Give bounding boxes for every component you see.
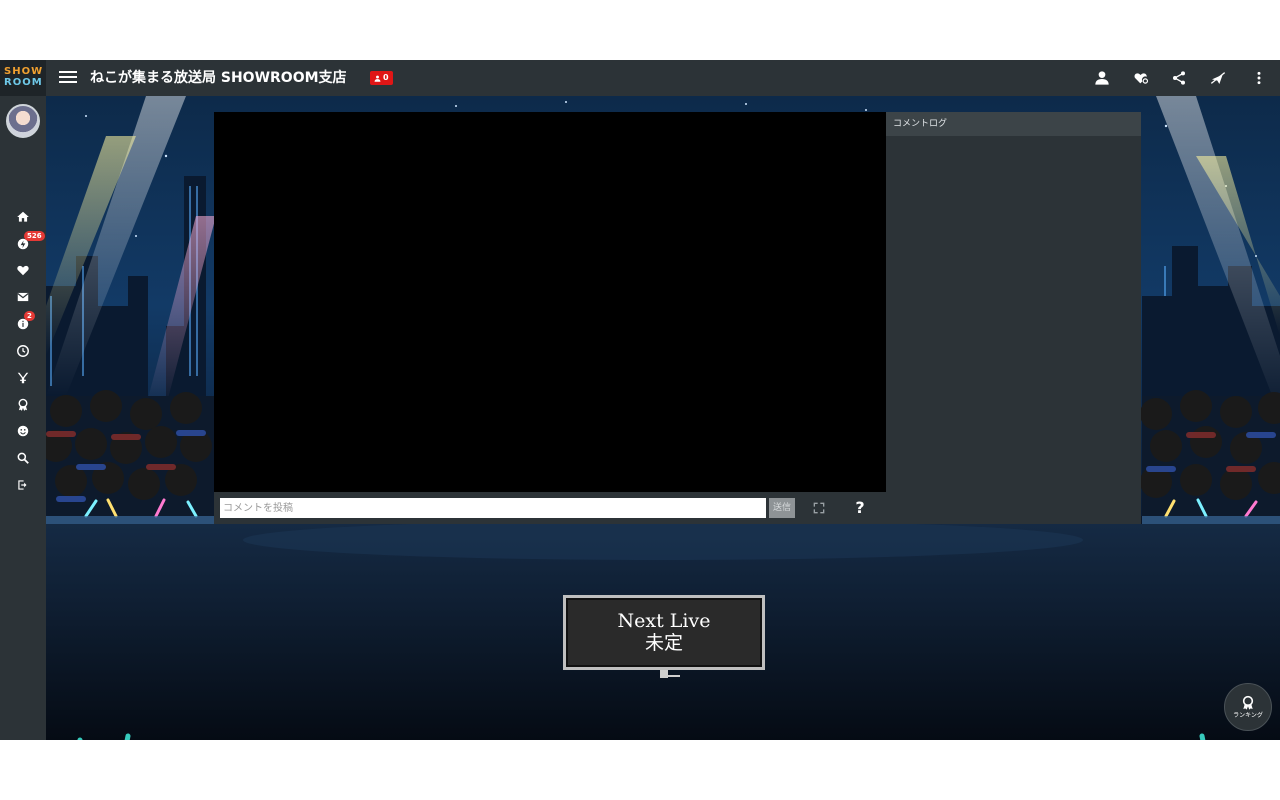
comment-input[interactable]	[220, 498, 766, 518]
sidebar-item-history[interactable]	[9, 340, 37, 362]
help-button[interactable]: ?	[852, 498, 868, 518]
smile-icon	[17, 425, 29, 437]
sidebar: SHOW ROOM 526 2	[0, 60, 46, 740]
showroom-logo[interactable]: SHOW ROOM	[0, 60, 46, 96]
logout-icon	[18, 480, 27, 490]
ranking-icon	[18, 398, 28, 411]
follow-button[interactable]	[1130, 68, 1152, 88]
ranking-label: ランキング	[1233, 711, 1263, 719]
next-live-label: Next Live	[617, 610, 711, 632]
logo-line-1: SHOW	[4, 66, 44, 77]
comment-log-title: コメントログ	[886, 112, 1141, 136]
board-stand	[656, 670, 682, 678]
mute-icon	[1210, 72, 1226, 84]
sidebar-item-ranking[interactable]	[9, 394, 37, 416]
fullscreen-icon	[813, 502, 825, 514]
info-badge: 2	[24, 311, 35, 321]
ranking-icon	[1242, 695, 1254, 710]
sidebar-item-home[interactable]	[9, 206, 37, 228]
more-button[interactable]	[1248, 68, 1270, 88]
room-title: ねこが集まる放送局 SHOWROOM支店	[90, 70, 347, 86]
home-icon	[17, 211, 29, 222]
viewer-count-badge: 0	[370, 71, 393, 85]
more-vert-icon	[1257, 71, 1261, 85]
sidebar-item-event[interactable]	[9, 367, 37, 389]
video-player[interactable]	[214, 112, 886, 492]
ranking-button[interactable]: ランキング	[1224, 683, 1272, 731]
profile-button[interactable]	[1091, 68, 1113, 88]
fullscreen-button[interactable]	[811, 500, 827, 516]
heart-icon	[17, 265, 29, 276]
live-badge: 526	[24, 231, 45, 241]
sidebar-item-info[interactable]: 2	[9, 311, 37, 335]
sidebar-item-search[interactable]	[9, 447, 37, 469]
avatar[interactable]	[6, 104, 40, 138]
room-header: ねこが集まる放送局 SHOWROOM支店 0	[46, 60, 1280, 96]
sidebar-item-logout[interactable]	[9, 474, 37, 496]
user-icon	[1095, 71, 1109, 85]
viewer-count: 0	[383, 73, 389, 82]
share-button[interactable]	[1168, 68, 1190, 88]
next-live-schedule: 未定	[644, 632, 683, 654]
next-live-board: Next Live 未定	[563, 595, 765, 670]
share-icon	[1173, 71, 1185, 85]
comment-bar: 送信 ?	[214, 492, 886, 524]
room-page: SHOW ROOM 526 2 ねこが集まる放送局 SHOWROOM支店 0 コ…	[0, 60, 1280, 740]
mail-icon	[17, 292, 29, 302]
heart-settings-icon	[1134, 73, 1149, 84]
sidebar-item-avatar[interactable]	[9, 420, 37, 442]
comment-log-panel: コメントログ	[886, 112, 1141, 524]
sidebar-item-favorite[interactable]	[9, 259, 37, 281]
history-icon	[17, 345, 29, 357]
mute-button[interactable]	[1207, 68, 1229, 88]
logo-line-2: ROOM	[4, 77, 43, 88]
sidebar-item-mail[interactable]	[9, 286, 37, 308]
send-button[interactable]: 送信	[769, 498, 795, 518]
sidebar-item-live[interactable]: 526	[9, 231, 45, 255]
search-icon	[17, 452, 29, 464]
menu-button[interactable]	[58, 68, 78, 88]
person-icon	[374, 75, 381, 82]
event-icon	[17, 372, 29, 384]
